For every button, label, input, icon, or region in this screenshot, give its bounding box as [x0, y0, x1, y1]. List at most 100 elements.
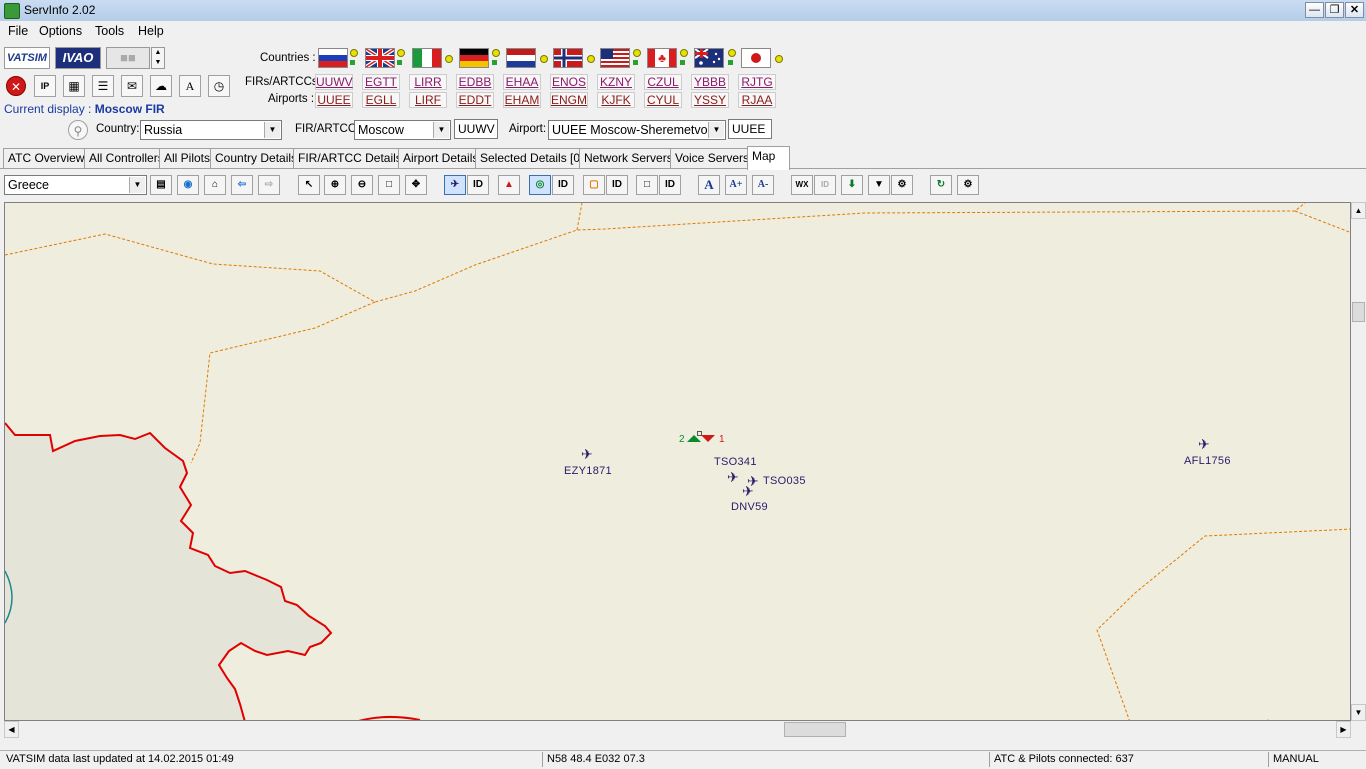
filter-icon[interactable]: ▼ — [868, 175, 890, 195]
tab-airport-details[interactable]: Airport Details — [398, 148, 484, 168]
maximize-button[interactable]: ❐ — [1325, 2, 1344, 18]
tab-fir-artcc-details[interactable]: FIR/ARTCC Details — [293, 148, 407, 168]
flag-canada-icon[interactable]: ♣ — [647, 48, 677, 68]
flag-norway-icon[interactable] — [553, 48, 583, 68]
flag-usa-icon[interactable] — [600, 48, 630, 68]
map-properties-icon[interactable]: ▤ — [150, 175, 172, 195]
airport-link-egll[interactable]: EGLL — [362, 92, 400, 108]
menu-tools[interactable]: Tools — [95, 24, 124, 38]
menu-file[interactable]: File — [8, 24, 28, 38]
map-canvas[interactable]: ✈ AFL1756 ✈ EZY1871 2 1 TSO341 ✈ ✈ TSO03… — [4, 202, 1351, 721]
airport-link-eham[interactable]: EHAM — [503, 92, 541, 108]
menu-options[interactable]: Options — [39, 24, 82, 38]
zoom-box-icon[interactable]: □ — [378, 175, 400, 195]
tab-selected-details[interactable]: Selected Details [0] — [475, 148, 589, 168]
select-pointer-icon[interactable]: ↖ — [298, 175, 320, 195]
fir-link-egtt[interactable]: EGTT — [362, 74, 400, 90]
flag-uk-icon[interactable] — [365, 48, 395, 68]
fir-link-kzny[interactable]: KZNY — [597, 74, 635, 90]
fir-link-uuwv[interactable]: UUWV — [315, 74, 353, 90]
vertical-scroll-thumb[interactable] — [1352, 302, 1365, 322]
close-button[interactable]: ✕ — [1345, 2, 1364, 18]
airport-link-cyul[interactable]: CYUL — [644, 92, 682, 108]
fir-link-ybbb[interactable]: YBBB — [691, 74, 729, 90]
fir-code-field[interactable]: UUWV — [454, 119, 498, 139]
refresh-icon[interactable]: ↻ — [930, 175, 952, 195]
atc-marker-icon[interactable] — [687, 435, 701, 442]
aircraft-icon[interactable]: ✈ — [1198, 436, 1210, 453]
airport-select[interactable]: UUEE Moscow-Sheremetvo ▼ — [548, 120, 726, 140]
download-icon[interactable]: ⬇ — [841, 175, 863, 195]
horizontal-scrollbar[interactable]: ◀ ▶ — [4, 721, 1351, 738]
ivao-logo-button[interactable]: IVAO — [55, 47, 101, 69]
airport-code-field[interactable]: UUEE — [728, 119, 772, 139]
tab-country-details[interactable]: Country Details — [210, 148, 303, 168]
airport-marker-icon[interactable] — [701, 435, 715, 442]
aircraft-icon[interactable]: ✈ — [581, 446, 593, 463]
airport-link-yssy[interactable]: YSSY — [691, 92, 729, 108]
flag-australia-icon[interactable] — [694, 48, 724, 68]
fir-link-rjtg[interactable]: RJTG — [738, 74, 776, 90]
disconnect-icon[interactable]: ✕ — [6, 76, 26, 96]
box-id-icon[interactable]: ID — [659, 175, 681, 195]
scroll-down-icon[interactable]: ▼ — [1351, 704, 1366, 721]
box-icon[interactable]: □ — [636, 175, 658, 195]
font-increase-icon[interactable]: A+ — [725, 175, 747, 195]
zoom-out-icon[interactable]: ⊖ — [351, 175, 373, 195]
minimize-button[interactable]: — — [1305, 2, 1324, 18]
airport-link-uuee[interactable]: UUEE — [315, 92, 353, 108]
fir-link-edbb[interactable]: EDBB — [456, 74, 494, 90]
aircraft-icon[interactable]: ✈ — [727, 469, 739, 486]
aircraft-label-afl1756[interactable]: AFL1756 — [1184, 455, 1231, 467]
vatsim-logo-button[interactable]: VATSIM — [4, 47, 50, 69]
tab-voice-servers[interactable]: Voice Servers — [670, 148, 755, 168]
aircraft-label-ezy1871[interactable]: EZY1871 — [564, 465, 612, 477]
scroll-up-icon[interactable]: ▲ — [1351, 202, 1366, 219]
fir-link-enos[interactable]: ENOS — [550, 74, 588, 90]
message-icon[interactable]: ✉ — [121, 75, 143, 97]
tab-all-pilots[interactable]: All Pilots — [159, 148, 216, 168]
show-aircraft-icon[interactable]: ✈ — [444, 175, 466, 195]
scroll-left-icon[interactable]: ◀ — [4, 721, 19, 738]
flag-russia-icon[interactable] — [318, 48, 348, 68]
tab-map[interactable]: Map — [747, 146, 790, 170]
flag-netherlands-icon[interactable] — [506, 48, 536, 68]
search-icon[interactable]: ⚲ — [68, 120, 88, 140]
fir-link-ehaa[interactable]: EHAA — [503, 74, 541, 90]
settings-icon[interactable]: ⚙ — [957, 175, 979, 195]
ip-icon[interactable]: IP — [34, 75, 56, 97]
atc-id-icon[interactable]: ID — [552, 175, 574, 195]
aircraft-label-tso035[interactable]: TSO035 — [763, 475, 806, 487]
font-decrease-icon[interactable]: A- — [752, 175, 774, 195]
forward-arrow-icon[interactable]: ⇨ — [258, 175, 280, 195]
scroll-right-icon[interactable]: ▶ — [1336, 721, 1351, 738]
airport-link-rjaa[interactable]: RJAA — [738, 92, 776, 108]
pan-icon[interactable]: ✥ — [405, 175, 427, 195]
disabled-network-button[interactable]: ■■ — [106, 47, 150, 69]
tab-network-servers[interactable]: Network Servers — [579, 148, 678, 168]
flag-germany-icon[interactable] — [459, 48, 489, 68]
back-arrow-icon[interactable]: ⇦ — [231, 175, 253, 195]
horizontal-scroll-thumb[interactable] — [784, 722, 846, 737]
fir-id-icon[interactable]: ID — [606, 175, 628, 195]
fir-link-lirr[interactable]: LIRR — [409, 74, 447, 90]
flag-japan-icon[interactable] — [741, 48, 771, 68]
airport-link-engm[interactable]: ENGM — [550, 92, 588, 108]
airport-link-eddt[interactable]: EDDT — [456, 92, 494, 108]
filter-settings-icon[interactable]: ⚙ — [891, 175, 913, 195]
tab-atc-overview[interactable]: ATC Overview — [3, 148, 90, 168]
flag-italy-icon[interactable] — [412, 48, 442, 68]
list-icon[interactable]: ☰ — [92, 75, 114, 97]
fir-box-icon[interactable]: ▢ — [583, 175, 605, 195]
airport-link-kjfk[interactable]: KJFK — [597, 92, 635, 108]
home-icon[interactable]: ⌂ — [204, 175, 226, 195]
tab-all-controllers[interactable]: All Controllers — [84, 148, 169, 168]
region-select[interactable]: Greece ▼ — [4, 175, 147, 195]
clock-icon[interactable]: ◷ — [208, 75, 230, 97]
font-icon[interactable]: A — [179, 75, 201, 97]
network-spinner[interactable]: ▲ ▼ — [151, 47, 165, 69]
aircraft-icon[interactable]: ✈ — [742, 483, 754, 500]
vertical-scrollbar[interactable]: ▲ ▼ — [1351, 202, 1366, 721]
weather-icon[interactable]: ☁ — [150, 75, 172, 97]
aircraft-label-dnv59[interactable]: DNV59 — [731, 501, 768, 513]
